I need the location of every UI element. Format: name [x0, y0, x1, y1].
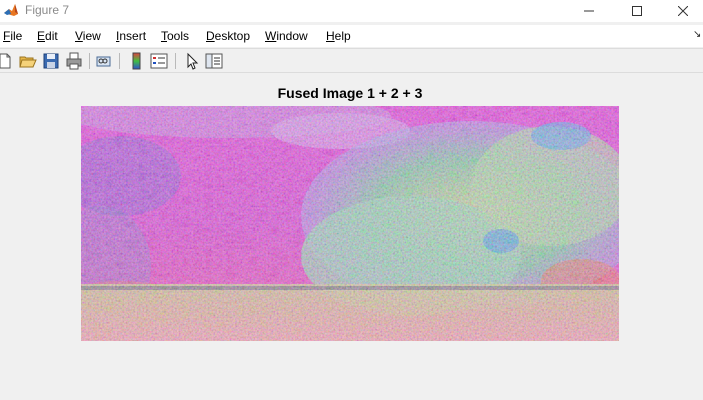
fused-image [81, 106, 619, 341]
toolbar-separator [89, 53, 90, 69]
window-title: Figure 7 [25, 3, 70, 17]
menu-help[interactable]: Help [326, 28, 351, 44]
insert-colorbar-icon[interactable] [128, 52, 146, 70]
fused-image-axes[interactable] [81, 106, 619, 341]
minimize-button[interactable] [566, 0, 612, 22]
matlab-logo-icon [4, 4, 18, 16]
menu-insert[interactable]: Insert [116, 28, 146, 44]
figure-toolbar [0, 48, 703, 73]
menu-view[interactable]: View [75, 28, 101, 44]
close-button[interactable] [660, 0, 703, 22]
toolbar-separator [175, 53, 176, 69]
new-figure-icon[interactable] [0, 52, 14, 70]
maximize-button[interactable] [614, 0, 660, 22]
title-bar[interactable]: Figure 7 [0, 0, 703, 22]
plot-title: Fused Image 1 + 2 + 3 [277, 85, 423, 101]
menu-desktop[interactable]: Desktop [206, 28, 250, 44]
menubar-overflow-icon[interactable]: ↘ [693, 29, 701, 40]
toolbar-separator [119, 53, 120, 69]
menu-edit[interactable]: Edit [37, 28, 58, 44]
link-plot-icon[interactable] [95, 52, 113, 70]
minimize-icon [584, 10, 594, 12]
close-icon [678, 6, 688, 16]
menu-window[interactable]: Window [265, 28, 308, 44]
menu-tools[interactable]: Tools [161, 28, 189, 44]
maximize-icon [632, 6, 642, 16]
figure-window: Figure 7 File Edit View Insert Tools Des… [0, 0, 703, 400]
menu-bar: File Edit View Insert Tools Desktop Wind… [0, 25, 703, 47]
insert-legend-icon[interactable] [150, 52, 168, 70]
open-file-icon[interactable] [19, 52, 37, 70]
save-icon[interactable] [42, 52, 60, 70]
print-icon[interactable] [65, 52, 83, 70]
property-inspector-icon[interactable] [205, 52, 223, 70]
menu-file[interactable]: File [3, 28, 22, 44]
edit-plot-icon[interactable] [183, 52, 201, 70]
